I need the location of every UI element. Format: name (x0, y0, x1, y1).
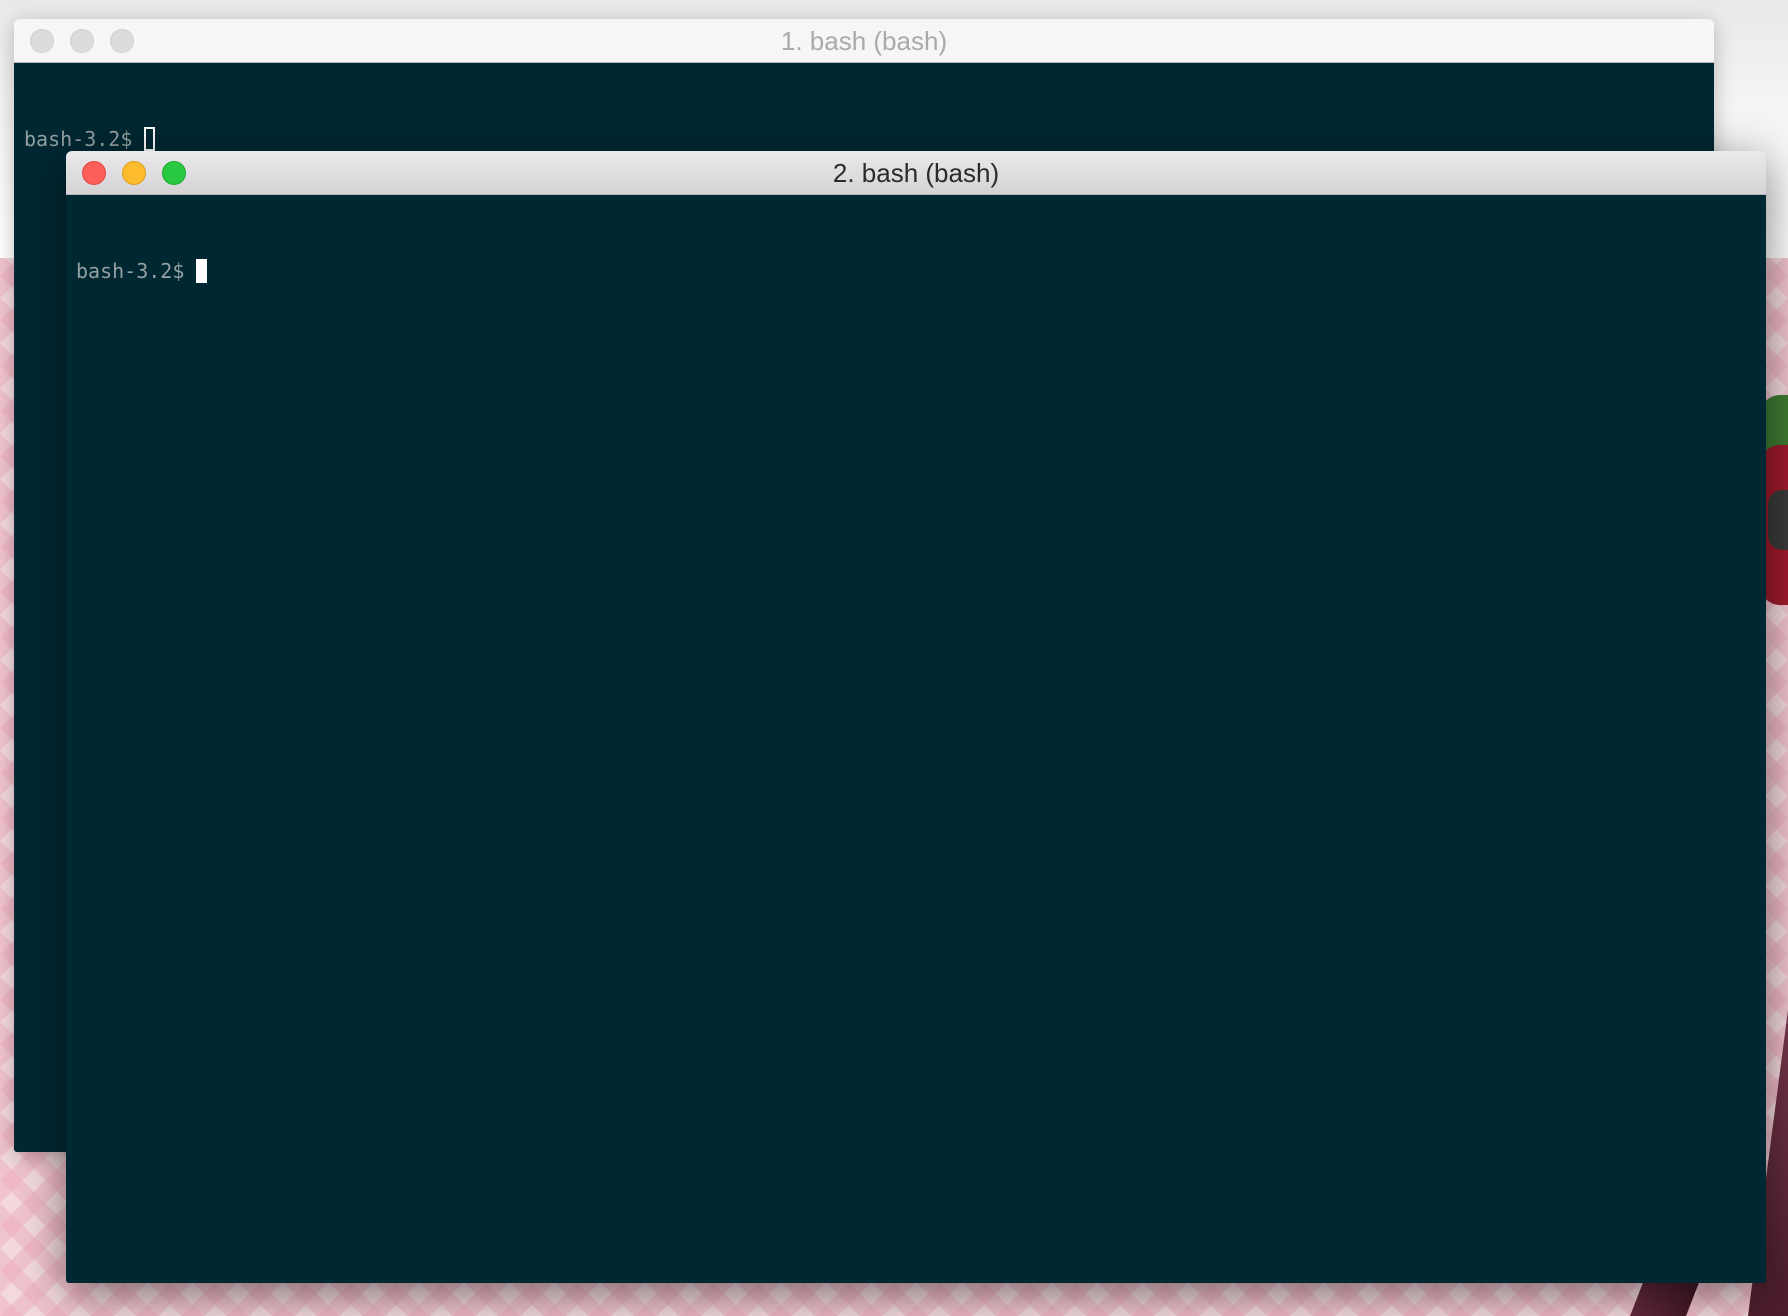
shell-prompt: bash-3.2$ (76, 259, 185, 283)
shell-prompt: bash-3.2$ (24, 127, 133, 151)
wallpaper-decoration (1768, 490, 1788, 550)
prompt-line: bash-3.2$ (76, 257, 1756, 285)
window-title: 1. bash (bash) (780, 26, 948, 56)
terminal-window-2[interactable]: 2. bash (bash) bash-3.2$ (66, 151, 1766, 1283)
prompt-line: bash-3.2$ (24, 125, 1704, 153)
window-title: 2. bash (bash) (832, 158, 1000, 188)
wallpaper-decoration (1630, 1280, 1700, 1316)
cursor-icon (196, 259, 208, 283)
terminal-content[interactable]: bash-3.2$ (66, 195, 1766, 1283)
title-bar[interactable]: 1. bash (bash) (14, 19, 1714, 63)
cursor-icon (144, 127, 156, 151)
title-bar[interactable]: 2. bash (bash) (66, 151, 1766, 195)
